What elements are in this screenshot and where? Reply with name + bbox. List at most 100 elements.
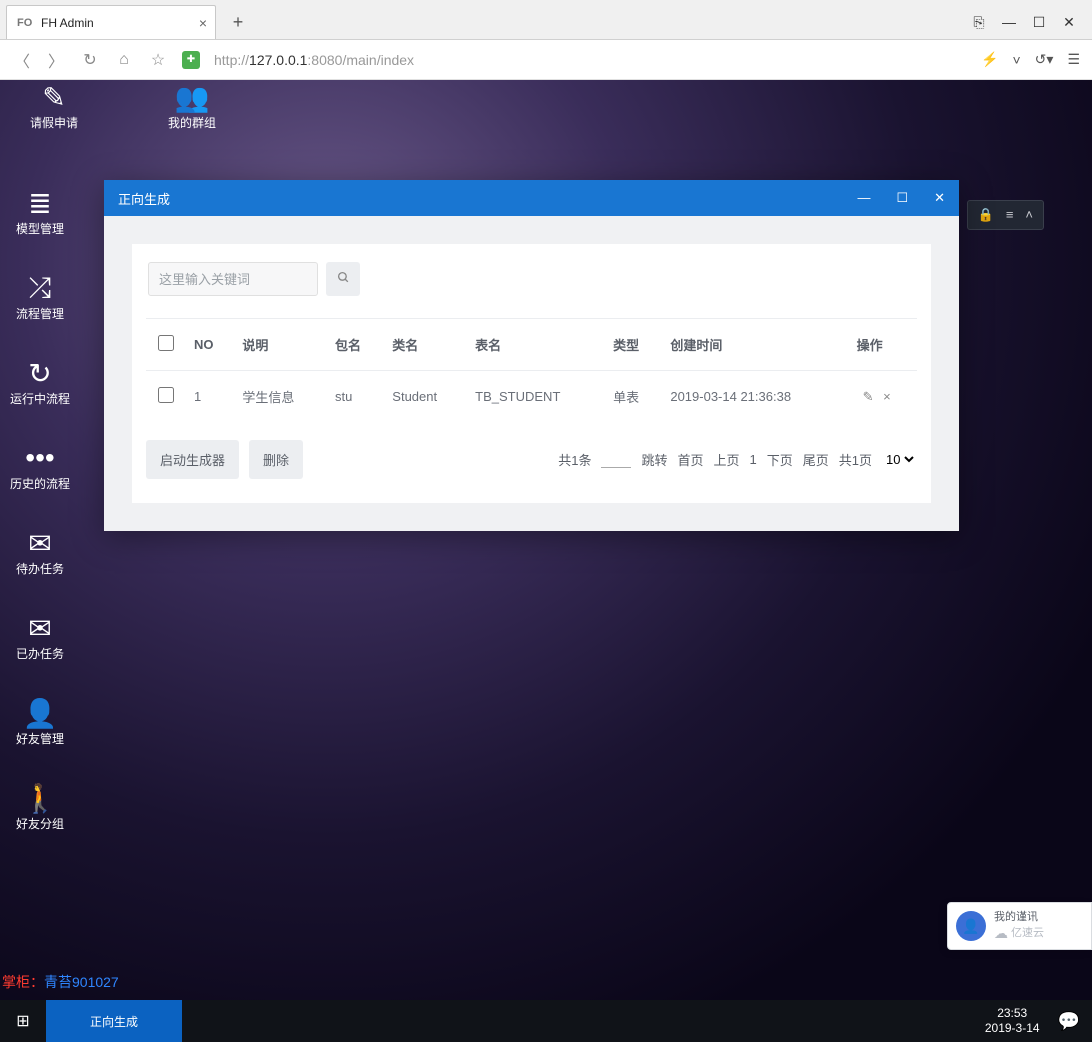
cell-pkg: stu — [327, 371, 384, 423]
collapse-icon[interactable]: ˄ — [1025, 207, 1033, 223]
nav-refresh-icon[interactable]: ↻ — [80, 50, 100, 70]
cell-desc: 学生信息 — [234, 371, 327, 423]
pager-total: 共1条 — [558, 450, 591, 469]
modal-minimize-icon[interactable]: — — [857, 190, 870, 206]
tab-close-icon[interactable]: × — [199, 15, 207, 31]
shortcut-label: 我的群组 — [152, 114, 232, 131]
browser-tab[interactable]: FO FH Admin × — [6, 5, 216, 39]
window-devtools-icon[interactable]: ⎘ — [970, 14, 988, 31]
address-bar: 〈 〉 ↻ ⌂ ☆ ✚ http://127.0.0.1:8080/main/i… — [0, 40, 1092, 80]
new-tab-button[interactable]: + — [224, 8, 252, 36]
tab-favicon: FO — [17, 16, 33, 30]
watermark-text: 掌柜：青苔901027 — [2, 972, 119, 992]
nav-back-icon[interactable]: 〈 — [12, 48, 32, 72]
edit-icon[interactable]: ✎ — [863, 389, 874, 404]
column-header: 类名 — [384, 319, 467, 371]
sidebar-item[interactable]: •••历史的流程 — [0, 441, 80, 492]
sidebar-item[interactable]: ↻运行中流程 — [0, 356, 80, 407]
window-maximize-icon[interactable]: ☐ — [1030, 14, 1048, 31]
sidebar-label: 流程管理 — [0, 305, 80, 322]
cell-created: 2019-03-14 21:36:38 — [662, 371, 848, 423]
modal-title-text: 正向生成 — [118, 189, 170, 208]
taskbar-item-active[interactable]: 正向生成 — [46, 1000, 182, 1042]
taskbar-clock[interactable]: 23:53 2019-3-14 — [985, 1006, 1040, 1036]
cloud-icon: ☁ — [994, 924, 1008, 942]
table-row: 1 学生信息 stu Student TB_STUDENT 单表 2019-03… — [146, 371, 917, 423]
cell-table: TB_STUDENT — [467, 371, 605, 423]
cell-class: Student — [384, 371, 467, 423]
helper-avatar-icon: 👤 — [956, 911, 986, 941]
delete-icon[interactable]: × — [883, 389, 891, 404]
menu-icon[interactable]: ☰ — [1067, 51, 1080, 68]
shield-icon: ✚ — [182, 51, 200, 69]
helper-widget[interactable]: 👤 我的谨讯 ☁亿速云 — [947, 902, 1092, 950]
desktop-area: ✎请假申请 👥我的群组 ≣模型管理 ⤮流程管理 ↻运行中流程 •••历史的流程 ✉待办任务… — [0, 80, 1092, 1000]
column-header: 表名 — [467, 319, 605, 371]
sidebar-icon: ≣ — [0, 186, 80, 220]
desktop-shortcut[interactable]: ✎请假申请 — [14, 80, 94, 131]
pager-jump-input[interactable] — [601, 452, 631, 468]
pager-size-select[interactable]: 10 — [882, 451, 917, 468]
search-icon — [337, 271, 350, 284]
speed-icon[interactable]: ⚡ — [981, 51, 998, 68]
generate-button[interactable]: 启动生成器 — [146, 440, 239, 479]
sidebar-label: 历史的流程 — [0, 475, 80, 492]
url-text[interactable]: http://127.0.0.1:8080/main/index — [214, 52, 414, 68]
taskbar: ⊞ 正向生成 23:53 2019-3-14 💬 — [0, 1000, 1092, 1042]
select-all-checkbox[interactable] — [158, 335, 174, 351]
list-icon[interactable]: ≡ — [1006, 207, 1014, 223]
pager-prev[interactable]: 上页 — [713, 450, 739, 469]
pager-last[interactable]: 尾页 — [803, 450, 829, 469]
window-close-icon[interactable]: ✕ — [1060, 14, 1078, 31]
browser-tab-strip: FO FH Admin × + ⎘ — ☐ ✕ — [0, 0, 1092, 40]
sidebar-icon: ✉ — [0, 526, 80, 560]
lock-icon[interactable]: 🔒 — [978, 207, 994, 223]
sidebar-label: 好友管理 — [0, 730, 80, 747]
desktop-shortcut[interactable]: 👥我的群组 — [152, 80, 232, 131]
nav-favorite-icon[interactable]: ☆ — [148, 50, 168, 70]
sidebar-item[interactable]: 👤好友管理 — [0, 696, 80, 747]
nav-home-icon[interactable]: ⌂ — [114, 51, 134, 69]
sidebar-item[interactable]: ≣模型管理 — [0, 186, 80, 237]
nav-forward-icon[interactable]: 〉 — [46, 48, 66, 72]
sidebar-label: 运行中流程 — [0, 390, 80, 407]
pagination: 共1条 跳转 首页 上页 1 下页 尾页 共1页 10 — [558, 450, 917, 469]
pager-current: 1 — [750, 452, 757, 467]
pager-jump[interactable]: 跳转 — [641, 450, 667, 469]
sidebar-item[interactable]: ✉已办任务 — [0, 611, 80, 662]
chevron-down-icon[interactable]: ˅ — [1012, 52, 1020, 68]
sidebar-icon: ••• — [0, 441, 80, 475]
column-header: NO — [186, 319, 234, 371]
column-header: 操作 — [849, 319, 917, 371]
pager-first[interactable]: 首页 — [677, 450, 703, 469]
data-table: NO说明包名类名表名类型创建时间操作 1 学生信息 stu Student TB… — [146, 318, 917, 422]
sidebar-icon: 🚶 — [0, 781, 80, 815]
sidebar-item[interactable]: ⤮流程管理 — [0, 271, 80, 322]
start-button[interactable]: ⊞ — [0, 1000, 46, 1042]
modal-close-icon[interactable]: ✕ — [934, 190, 945, 206]
sidebar-icon: 👤 — [0, 696, 80, 730]
modal-window: 正向生成 — ☐ ✕ NO说明包名类名表名类型创建时间操作 1 学生信息 — [104, 180, 959, 531]
column-header: 说明 — [234, 319, 327, 371]
sidebar-icon: ✉ — [0, 611, 80, 645]
sidebar-icon: ↻ — [0, 356, 80, 390]
shortcut-icon: 👥 — [152, 80, 232, 114]
window-minimize-icon[interactable]: — — [1000, 14, 1018, 31]
modal-titlebar[interactable]: 正向生成 — ☐ ✕ — [104, 180, 959, 216]
sidebar-icon: ⤮ — [0, 271, 80, 305]
row-checkbox[interactable] — [158, 387, 174, 403]
cell-no: 1 — [186, 371, 234, 423]
column-header: 类型 — [605, 319, 662, 371]
modal-maximize-icon[interactable]: ☐ — [896, 190, 908, 206]
delete-button[interactable]: 删除 — [249, 440, 303, 479]
undo-icon[interactable]: ↺▾ — [1035, 51, 1054, 68]
pager-next[interactable]: 下页 — [767, 450, 793, 469]
sidebar-item[interactable]: 🚶好友分组 — [0, 781, 80, 832]
helper-text: 我的谨讯 — [994, 910, 1044, 924]
helper-brand: ☁亿速云 — [994, 924, 1044, 942]
search-input[interactable] — [148, 262, 318, 296]
notification-icon[interactable]: 💬 — [1058, 1011, 1080, 1032]
sidebar-item[interactable]: ✉待办任务 — [0, 526, 80, 577]
pager-pages: 共1页 — [839, 450, 872, 469]
search-button[interactable] — [326, 262, 360, 296]
